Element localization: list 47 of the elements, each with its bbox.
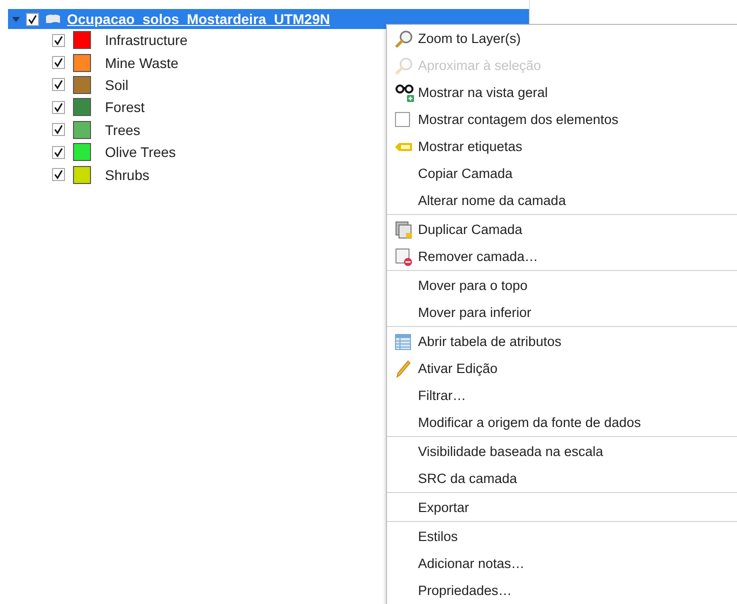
remove-layer-icon: [395, 248, 413, 266]
glasses-icon: [395, 84, 415, 102]
menu-item[interactable]: Alterar nome da camada: [387, 187, 737, 214]
menu-item[interactable]: Mover para inferior: [387, 299, 737, 326]
menu-item[interactable]: Modificar a origem da fonte de dados: [387, 409, 737, 436]
class-checkbox[interactable]: [52, 78, 65, 92]
layer-row[interactable]: Ocupacao_solos_Mostardeira_UTM29N: [8, 9, 529, 29]
class-label: Infrastructure: [105, 32, 188, 48]
label-tag-icon: [395, 142, 413, 152]
class-checkbox[interactable]: [52, 168, 65, 182]
layer-checkbox[interactable]: [26, 12, 39, 26]
table-icon: [395, 334, 411, 350]
layer-name[interactable]: Ocupacao_solos_Mostardeira_UTM29N: [67, 11, 330, 27]
menu-item[interactable]: Mostrar etiquetas: [387, 133, 737, 160]
menu-item[interactable]: Copiar Camada: [387, 160, 737, 187]
menu-item[interactable]: Remover camada…: [387, 243, 737, 270]
polygon-layer-icon: [45, 14, 61, 24]
class-label: Shrubs: [105, 166, 150, 183]
class-label: Olive Trees: [105, 144, 176, 160]
expand-arrow-icon[interactable]: [12, 15, 20, 23]
menu-item[interactable]: Mover para o topo: [387, 272, 737, 299]
class-checkbox[interactable]: [52, 34, 65, 47]
menu-item[interactable]: Adicionar notas…: [387, 550, 737, 577]
class-label: Forest: [105, 99, 145, 116]
menu-item[interactable]: Duplicar Camada: [387, 216, 737, 243]
duplicate-layer-icon: [395, 220, 413, 238]
menu-item[interactable]: Mostrar na vista geral: [387, 79, 737, 106]
class-label: Soil: [105, 76, 128, 93]
menu-item[interactable]: SRC da camada: [387, 465, 737, 492]
menu-item[interactable]: Filtrar…: [387, 382, 737, 409]
magnifier-icon: [395, 56, 413, 74]
class-checkbox[interactable]: [52, 100, 65, 114]
pencil-icon: [395, 360, 411, 378]
menu-item[interactable]: Estilos: [387, 523, 737, 550]
menu-item[interactable]: Ativar Edição: [387, 355, 737, 382]
magnifier-icon: [395, 30, 413, 48]
menu-item[interactable]: Visibilidade baseada na escala: [387, 438, 737, 465]
menu-item[interactable]: Abrir tabela de atributos: [387, 328, 737, 355]
class-checkbox[interactable]: [52, 123, 65, 136]
checkbox[interactable]: [395, 112, 410, 127]
class-label: Mine Waste: [105, 54, 178, 71]
menu-item[interactable]: Exportar: [387, 494, 737, 521]
menu-item[interactable]: Propriedades…: [387, 577, 737, 604]
menu-item[interactable]: Mostrar contagem dos elementos: [387, 106, 737, 133]
class-checkbox[interactable]: [52, 146, 65, 159]
class-checkbox[interactable]: [52, 56, 65, 70]
class-label: Trees: [105, 122, 140, 138]
